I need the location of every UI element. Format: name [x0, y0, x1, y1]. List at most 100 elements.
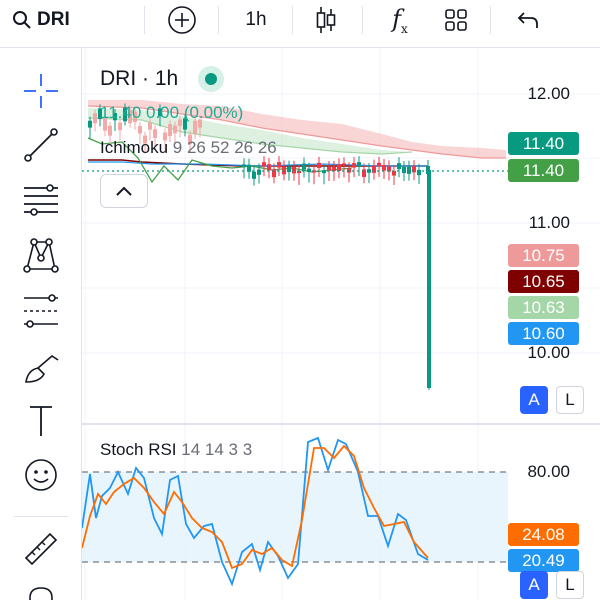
log-scale-button[interactable]: L — [556, 386, 584, 414]
undo-icon — [517, 12, 538, 28]
candle-body — [118, 122, 122, 131]
candle-body — [397, 163, 401, 170]
status-dot-inner — [205, 73, 218, 85]
ichimoku-params: 9 26 52 26 26 — [172, 138, 277, 157]
search-icon — [13, 11, 31, 29]
candle-body — [342, 163, 346, 166]
candle-body — [392, 171, 396, 176]
stoch-auto-scale-button[interactable]: A — [520, 571, 548, 599]
trend-line-tool[interactable] — [20, 124, 62, 166]
candle-body — [382, 165, 386, 171]
base-line-label: 10.65 — [508, 270, 579, 293]
candle-body — [277, 162, 281, 168]
candle-body — [242, 164, 246, 168]
emoji-icon — [25, 459, 57, 491]
trend-line-icon — [24, 128, 58, 162]
drawing-toolbar — [0, 48, 82, 600]
candle-body — [168, 124, 172, 137]
interval-button[interactable]: 1h — [232, 0, 280, 40]
layouts-button[interactable] — [436, 0, 476, 40]
toolbar-divider — [292, 6, 293, 34]
symbol-name: DRI — [37, 9, 70, 30]
last-price-label: 11.40 — [508, 132, 579, 155]
indicators-glyph: f — [392, 4, 402, 33]
ruler-icon — [24, 532, 58, 566]
span-b-label: 10.75 — [508, 244, 579, 267]
forecast-tool[interactable] — [20, 290, 62, 332]
indicators-button[interactable]: fx — [380, 0, 420, 40]
stoch-log-scale-button[interactable]: L — [556, 571, 584, 599]
crosshair-icon — [24, 74, 58, 108]
symbol-search-button[interactable]: DRI — [12, 0, 90, 40]
chart-legend-title[interactable]: DRI · 1h — [100, 66, 225, 92]
candle-body — [267, 164, 271, 171]
candle-body — [262, 162, 266, 167]
candle-body — [148, 122, 152, 130]
emoji-tool[interactable] — [20, 454, 62, 496]
toolbar-divider — [490, 6, 491, 34]
candle-body — [327, 166, 331, 171]
candle-body — [352, 163, 356, 168]
candle-body — [282, 166, 286, 175]
candle-body — [173, 125, 177, 134]
candle-body — [292, 166, 296, 174]
brush-tool[interactable] — [20, 346, 62, 388]
candle-body — [93, 113, 97, 124]
stoch-tick: 80.00 — [527, 462, 570, 481]
price-tick: 12.00 — [527, 84, 570, 103]
candle-body — [427, 170, 431, 388]
legend-symbol: DRI — [100, 67, 137, 90]
stoch-name: Stoch RSI — [100, 440, 177, 459]
candle-body — [257, 169, 261, 175]
candle-body — [138, 126, 142, 134]
candle-body — [337, 164, 341, 172]
stoch-rsi-legend[interactable]: Stoch RSI 14 14 3 3 — [100, 440, 252, 460]
candle-body — [108, 125, 112, 136]
stoch-d-label: 24.08 — [508, 523, 579, 546]
candle-body — [302, 163, 306, 170]
span-a-label: 10.63 — [508, 296, 579, 319]
layouts-icon — [445, 9, 467, 31]
price-tick: 10.00 — [527, 343, 570, 362]
text-icon — [30, 406, 52, 436]
candle-body — [317, 162, 321, 169]
conversion-line-label: 10.60 — [508, 322, 579, 345]
candle-body — [407, 166, 411, 174]
magnet-tool[interactable] — [20, 582, 62, 600]
market-status-icon[interactable] — [198, 66, 225, 92]
candle-body — [153, 129, 157, 138]
collapse-legend-button[interactable] — [100, 174, 148, 208]
legend-interval: 1h — [154, 67, 179, 90]
fib-retracement-tool[interactable] — [20, 180, 62, 222]
candles-icon — [316, 7, 336, 33]
toolbar-divider — [14, 516, 68, 517]
xabcd-pattern-icon — [23, 238, 59, 273]
price-tick: 11.00 — [528, 213, 570, 232]
lagging-span-label: 11.40 — [508, 159, 579, 182]
candle-body — [252, 171, 256, 179]
candle-body — [357, 162, 361, 167]
candle-body — [332, 166, 336, 172]
legend-ohlc: 11.40 0.00 (0.00%) — [100, 103, 244, 122]
toolbar-divider — [362, 6, 363, 34]
chart-type-button[interactable] — [306, 0, 346, 40]
undo-button[interactable] — [508, 0, 548, 40]
text-tool[interactable] — [20, 400, 62, 442]
stoch-k-label: 20.49 — [508, 549, 579, 572]
candle-body — [372, 165, 376, 173]
top-toolbar: DRI 1h fx — [0, 0, 600, 48]
crosshair-tool[interactable] — [20, 70, 62, 112]
indicators-icon: fx — [392, 5, 408, 36]
candle-body — [377, 162, 381, 166]
auto-scale-button[interactable]: A — [520, 386, 548, 414]
pattern-tool[interactable] — [20, 234, 62, 276]
stoch-params: 14 14 3 3 — [181, 440, 253, 459]
brush-icon — [25, 354, 59, 383]
ichimoku-legend[interactable]: Ichimoku 9 26 52 26 26 — [100, 138, 277, 158]
measure-tool[interactable] — [20, 528, 62, 570]
chevron-up-icon — [116, 186, 132, 196]
candle-body — [88, 120, 92, 128]
chart-area[interactable]: DRI · 1h 11.40 0.00 (0.00%) Ichimoku 9 2… — [82, 48, 600, 600]
compare-symbol-button[interactable] — [162, 0, 202, 40]
indicators-glyph-sub: x — [401, 21, 408, 36]
